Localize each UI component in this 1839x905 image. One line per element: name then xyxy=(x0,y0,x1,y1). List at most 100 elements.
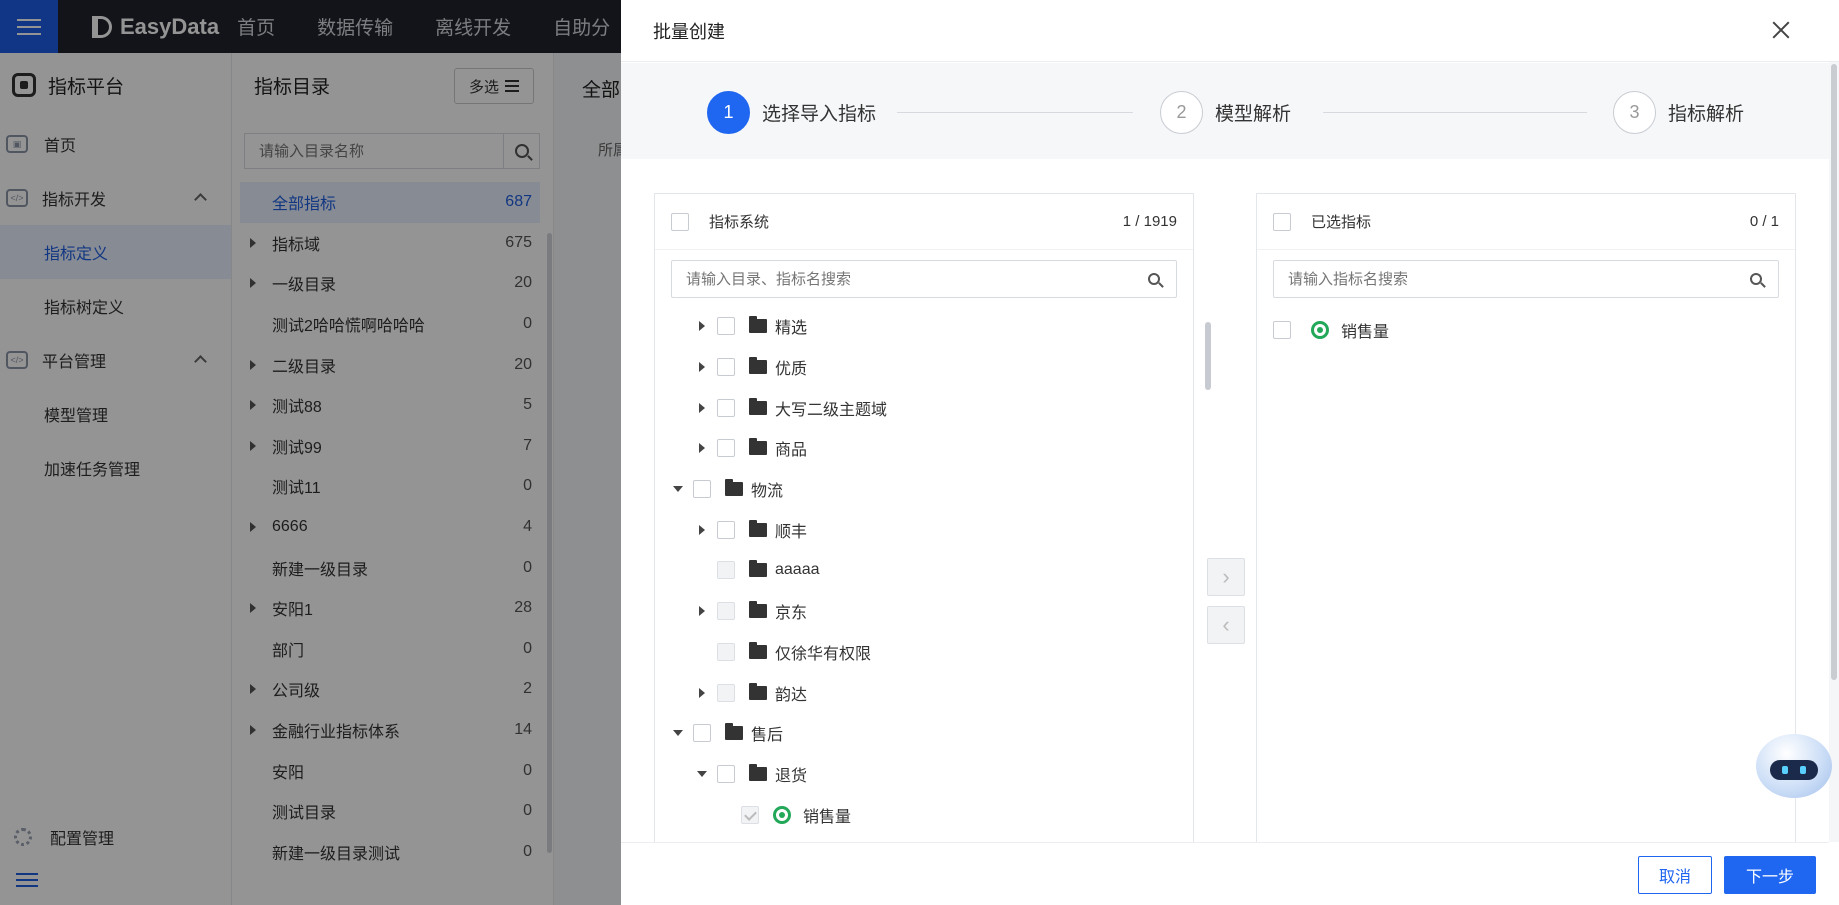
select-all-selected-checkbox[interactable] xyxy=(1273,212,1291,231)
folder-icon xyxy=(749,316,767,334)
select-all-checkbox[interactable] xyxy=(671,212,689,231)
cancel-button[interactable]: 取消 xyxy=(1638,856,1712,894)
folder-icon xyxy=(749,682,767,700)
step-2: 2 模型解析 xyxy=(1160,91,1291,134)
caret-right-icon[interactable] xyxy=(695,523,709,537)
next-step-button[interactable]: 下一步 xyxy=(1724,856,1816,894)
tree-node-label: 售后 xyxy=(751,727,784,745)
metric-icon xyxy=(773,805,791,824)
source-search-input[interactable] xyxy=(672,270,1148,288)
tree-checkbox xyxy=(717,561,735,580)
tree-checkbox[interactable] xyxy=(717,317,735,336)
caret-right-icon[interactable] xyxy=(695,401,709,415)
caret-right-icon[interactable] xyxy=(695,319,709,333)
tree-scrollbar[interactable] xyxy=(1205,322,1211,390)
tree-folder-node[interactable]: 退货 xyxy=(655,754,1175,795)
search-icon[interactable] xyxy=(1750,273,1762,285)
tree-folder-node[interactable]: 大写二级主题域 xyxy=(655,387,1175,428)
tree-folder-node[interactable]: 顺丰 xyxy=(655,509,1175,550)
tree-checkbox xyxy=(717,683,735,702)
tree-node-label: 大写二级主题域 xyxy=(775,401,888,419)
tree-node-label: 精选 xyxy=(775,320,808,338)
batch-create-drawer: 批量创建 1 选择导入指标 2 模型解析 3 指标解析 指标系统 1 / 191… xyxy=(621,0,1839,905)
folder-icon xyxy=(749,357,767,375)
folder-icon xyxy=(725,479,743,497)
item-checkbox[interactable] xyxy=(1273,321,1291,339)
selected-count: 0 / 1 xyxy=(1749,213,1779,230)
tree-folder-node[interactable]: 优质 xyxy=(655,347,1175,388)
tree-node-label: 仅徐华有权限 xyxy=(775,645,872,663)
transfer-right-button[interactable]: › xyxy=(1207,558,1245,596)
caret-down-icon[interactable] xyxy=(671,726,685,740)
step-3: 3 指标解析 xyxy=(1613,91,1744,134)
tree-checkbox[interactable] xyxy=(693,724,711,743)
caret-down-icon[interactable] xyxy=(671,482,685,496)
metric-tree: 精选优质大写二级主题域 商品物流顺丰 aaaaa 京东仅徐华有权限 韵达售后退货销售量 xyxy=(655,306,1175,835)
caret-right-icon[interactable] xyxy=(695,604,709,618)
tree-node-label: 优质 xyxy=(775,361,808,379)
tree-node-label: 物流 xyxy=(751,483,784,501)
tree-metric-node[interactable]: 销售量 xyxy=(655,794,1175,835)
tree-folder-node[interactable]: 精选 xyxy=(655,306,1175,347)
steps-bar: 1 选择导入指标 2 模型解析 3 指标解析 xyxy=(621,63,1829,159)
source-count: 1 / 1919 xyxy=(1122,213,1177,230)
drawer-title: 批量创建 xyxy=(621,0,1839,62)
tree-checkbox[interactable] xyxy=(717,358,735,377)
folder-icon xyxy=(749,519,767,537)
caret-right-icon[interactable] xyxy=(695,686,709,700)
tree-node-label: 商品 xyxy=(775,442,808,460)
tree-checkbox[interactable] xyxy=(717,439,735,458)
folder-icon xyxy=(725,723,743,741)
drawer-scrollbar[interactable] xyxy=(1829,62,1839,842)
tree-folder-node[interactable]: 售后 xyxy=(655,713,1175,754)
caret-right-icon[interactable] xyxy=(695,360,709,374)
tree-folder-node[interactable]: 商品 xyxy=(655,428,1175,469)
source-pane: 指标系统 1 / 1919 精选优质大写二级主题域商品物流顺丰 aaaaa 京东仅徐… xyxy=(654,193,1211,843)
selected-search-input[interactable] xyxy=(1274,270,1750,288)
folder-icon xyxy=(749,438,767,456)
tree-checkbox xyxy=(717,642,735,661)
tree-node-label: 退货 xyxy=(775,767,808,785)
tree-checkbox[interactable] xyxy=(717,520,735,539)
tree-checkbox[interactable] xyxy=(693,480,711,499)
folder-icon xyxy=(749,560,767,578)
tree-folder-node[interactable]: 韵达 xyxy=(655,672,1175,713)
tree-folder-node[interactable]: aaaaa xyxy=(655,550,1175,591)
folder-icon xyxy=(749,641,767,659)
close-icon[interactable] xyxy=(1769,18,1793,42)
selected-pane-header: 已选指标 0 / 1 xyxy=(1257,194,1795,250)
tree-checkbox[interactable] xyxy=(717,398,735,417)
tree-folder-node[interactable]: 京东 xyxy=(655,591,1175,632)
search-icon[interactable] xyxy=(1148,273,1160,285)
metric-icon xyxy=(1311,321,1329,339)
source-pane-header: 指标系统 1 / 1919 xyxy=(655,194,1193,250)
folder-icon xyxy=(749,397,767,415)
transfer-left-button[interactable]: ‹ xyxy=(1207,606,1245,644)
tree-checkbox[interactable] xyxy=(717,764,735,783)
tree-node-label: aaaaa xyxy=(775,561,820,579)
tree-folder-node[interactable]: 物流 xyxy=(655,469,1175,510)
tree-node-label: 销售量 xyxy=(803,808,852,826)
drawer-footer: 取消 下一步 xyxy=(621,842,1829,905)
source-search xyxy=(671,260,1177,298)
step-connector xyxy=(897,112,1133,113)
folder-icon xyxy=(749,601,767,619)
tree-node-label: 韵达 xyxy=(775,686,808,704)
tree-checkbox xyxy=(741,805,759,824)
tree-folder-node[interactable]: 仅徐华有权限 xyxy=(655,632,1175,673)
tree-checkbox xyxy=(717,602,735,621)
caret-down-icon[interactable] xyxy=(695,767,709,781)
folder-icon xyxy=(749,763,767,781)
tree-node-label: 京东 xyxy=(775,605,808,623)
list-item[interactable]: 销售量 xyxy=(1273,318,1389,342)
caret-right-icon[interactable] xyxy=(695,441,709,455)
selected-pane: 已选指标 0 / 1 销售量 xyxy=(1256,193,1796,843)
step-1: 1 选择导入指标 xyxy=(707,91,876,134)
selected-search xyxy=(1273,260,1779,298)
tree-node-label: 顺丰 xyxy=(775,523,808,541)
assistant-robot-icon[interactable] xyxy=(1756,734,1832,798)
step-connector xyxy=(1323,112,1587,113)
